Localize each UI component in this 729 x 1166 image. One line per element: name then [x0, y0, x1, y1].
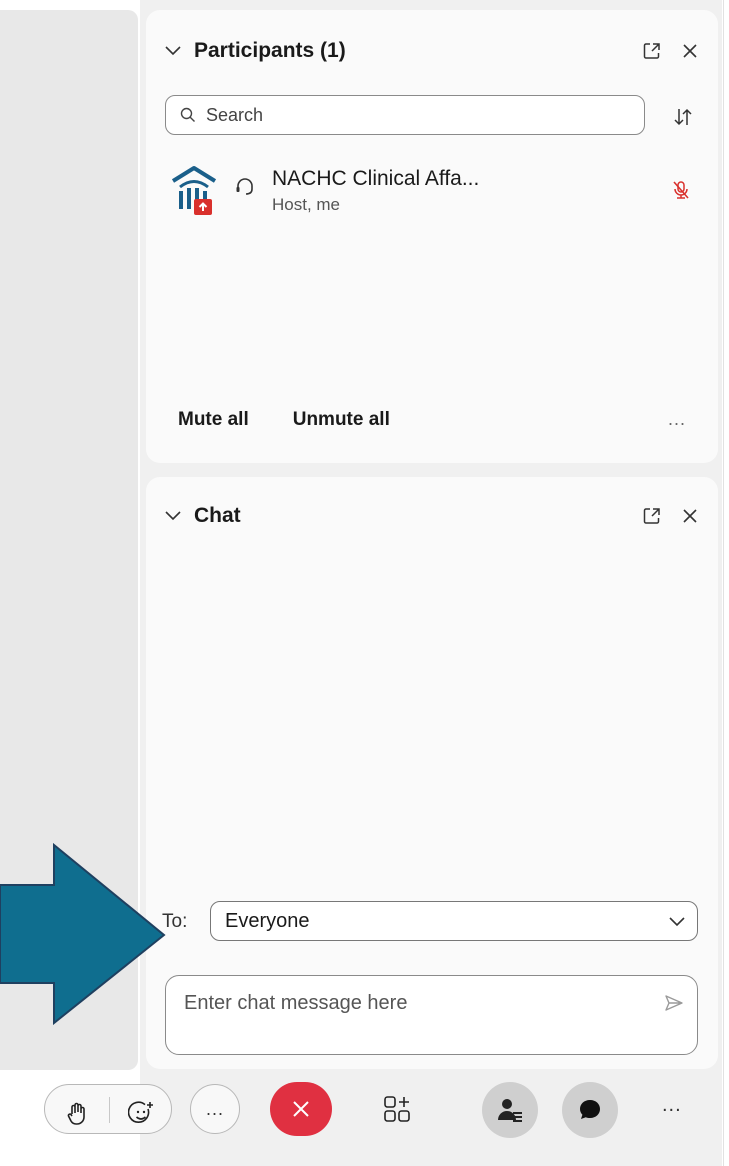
- chat-title: Chat: [194, 504, 241, 527]
- chevron-down-icon: [669, 917, 685, 927]
- participants-icon: [498, 1099, 522, 1122]
- leave-meeting-button[interactable]: [270, 1082, 332, 1136]
- search-input[interactable]: [206, 104, 626, 126]
- toolbar-divider: [109, 1097, 110, 1123]
- chevron-down-icon[interactable]: [164, 507, 182, 525]
- raise-hand-button[interactable]: [63, 1100, 91, 1128]
- leave-icon: [293, 1101, 309, 1117]
- chat-message-input[interactable]: [184, 988, 644, 1018]
- meeting-toolbar: ... ...: [40, 1080, 720, 1140]
- mic-muted-icon[interactable]: [670, 179, 692, 201]
- participant-name: NACHC Clinical Affa...: [272, 167, 480, 190]
- arrow-pointer-icon: [0, 843, 166, 1025]
- participants-footer: Mute all Unmute all: [178, 409, 390, 431]
- close-icon[interactable]: [680, 41, 700, 61]
- reactions-group: [44, 1084, 172, 1134]
- raise-hand-icon: [67, 1102, 85, 1125]
- more-icon: ...: [205, 1098, 224, 1119]
- reactions-icon: [128, 1101, 153, 1124]
- apps-button[interactable]: [380, 1092, 414, 1126]
- chat-header: Chat: [164, 501, 700, 531]
- more-options-button[interactable]: ...: [190, 1084, 240, 1134]
- participant-role: Host, me: [272, 195, 341, 214]
- participants-panel: Participants (1) Search NACHC Clinical A…: [146, 10, 718, 463]
- popout-icon[interactable]: [642, 506, 662, 526]
- popout-icon[interactable]: [642, 41, 662, 61]
- participants-button[interactable]: [482, 1082, 538, 1138]
- participants-header: Participants (1): [164, 36, 700, 66]
- search-field[interactable]: [165, 95, 645, 135]
- apps-icon: [384, 1096, 410, 1122]
- chat-message-box[interactable]: [165, 975, 698, 1055]
- participant-row[interactable]: NACHC Clinical Affa... Host, me: [170, 165, 700, 225]
- chevron-down-icon[interactable]: [164, 42, 182, 60]
- window-edge: [723, 0, 729, 1166]
- reactions-button[interactable]: [127, 1099, 157, 1129]
- sort-icon[interactable]: [672, 106, 694, 128]
- close-icon[interactable]: [680, 506, 700, 526]
- mute-all-button[interactable]: Mute all: [178, 409, 249, 431]
- recipient-value: Everyone: [225, 909, 310, 932]
- headset-icon: [236, 178, 253, 195]
- search-icon: [180, 107, 195, 122]
- chat-panel: Chat To: Everyone: [146, 477, 718, 1069]
- toolbar-overflow-button[interactable]: ...: [662, 1094, 682, 1117]
- chat-header-actions: [642, 506, 700, 526]
- unmute-all-button[interactable]: Unmute all: [293, 409, 390, 431]
- participants-title: Participants (1): [194, 39, 346, 62]
- recipient-select[interactable]: Everyone: [210, 901, 698, 941]
- participants-more-button[interactable]: ...: [668, 409, 686, 430]
- chat-button[interactable]: [562, 1082, 618, 1138]
- participants-header-actions: [642, 41, 700, 61]
- send-icon[interactable]: [663, 992, 685, 1014]
- chat-icon: [580, 1100, 600, 1119]
- org-avatar-icon: [171, 166, 217, 215]
